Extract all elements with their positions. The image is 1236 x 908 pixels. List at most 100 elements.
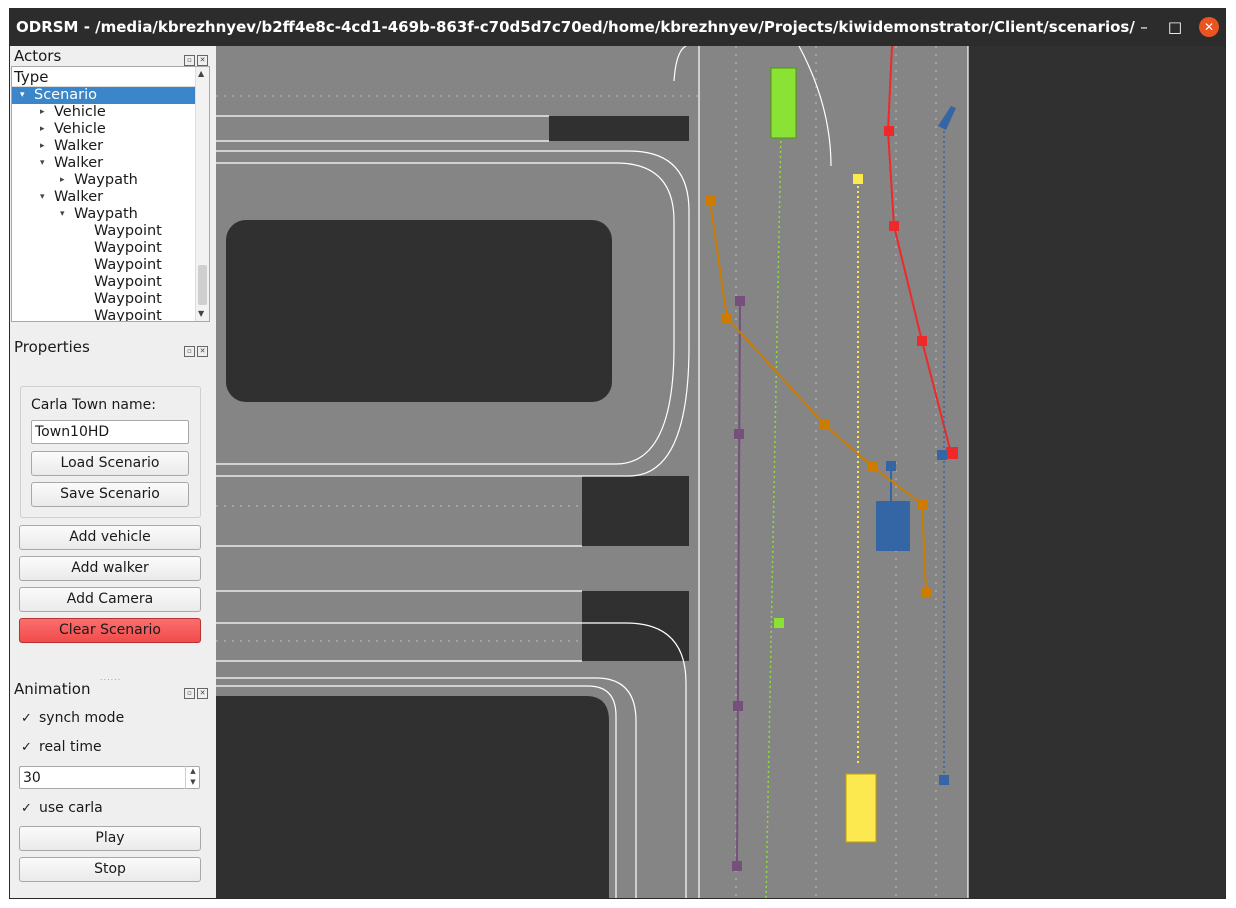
minimize-icon[interactable]: – — [1134, 17, 1154, 37]
scroll-up-icon[interactable]: ▲ — [198, 69, 204, 78]
waypoint-marker[interactable] — [734, 429, 744, 439]
float-icon[interactable]: ▫ — [184, 346, 195, 357]
animation-dock-title: Animation — [14, 680, 91, 698]
blue-vehicle[interactable] — [876, 501, 910, 551]
waypoint-marker[interactable] — [937, 450, 947, 460]
tree-column-header[interactable]: Type — [12, 67, 196, 87]
tree-item[interactable]: Waypoint — [12, 257, 196, 274]
add-walker-button[interactable]: Add walker — [19, 556, 201, 581]
properties-dock-title: Properties — [14, 338, 90, 356]
waypoint-marker[interactable] — [853, 174, 863, 184]
tree-item-label: Vehicle — [54, 121, 106, 137]
tree-item[interactable]: ▸ Vehicle — [12, 121, 196, 138]
tree-item[interactable]: Waypoint — [12, 308, 196, 322]
tree-item-label: Scenario — [34, 87, 98, 103]
expanded-arrow-icon[interactable]: ▾ — [40, 189, 50, 206]
expanded-arrow-icon[interactable]: ▾ — [20, 87, 30, 104]
use-carla-checkbox[interactable]: ✓ use carla — [20, 800, 103, 816]
animation-dock-buttons: ▫ ✕ — [182, 683, 208, 699]
waypoint-marker[interactable] — [732, 861, 742, 871]
walker-marker[interactable] — [735, 296, 745, 306]
dark-block — [582, 476, 689, 546]
tree-item[interactable]: ▸ Vehicle — [12, 104, 196, 121]
real-time-label: real time — [39, 739, 102, 755]
tree-item[interactable]: ▸ Waypath — [12, 172, 196, 189]
real-time-checkbox[interactable]: ✓ real time — [20, 739, 102, 755]
maximize-icon[interactable]: □ — [1165, 17, 1185, 37]
expanded-arrow-icon[interactable]: ▾ — [60, 206, 70, 223]
walker-marker[interactable] — [946, 447, 958, 459]
waypoint-marker[interactable] — [705, 196, 715, 206]
actors-dock-buttons: ▫ ✕ — [182, 50, 208, 66]
clear-scenario-button[interactable]: Clear Scenario — [19, 618, 201, 643]
tree-item[interactable]: Waypoint — [12, 223, 196, 240]
town-name-input[interactable]: Town10HD — [31, 420, 189, 444]
fps-spinbox[interactable]: 30 ▲ ▼ — [19, 766, 200, 789]
tree-item-label: Waypoint — [94, 308, 162, 322]
close-icon[interactable]: ✕ — [1199, 17, 1219, 37]
tree-item[interactable]: Waypoint — [12, 240, 196, 257]
app-window: ODRSM - /media/kbrezhnyev/b2ff4e8c-4cd1-… — [9, 8, 1226, 899]
tree-scrollbar[interactable]: ▲ ▼ — [195, 67, 209, 321]
road-map[interactable] — [216, 45, 1226, 899]
waypoint-marker[interactable] — [917, 336, 927, 346]
tree-item-label: Waypoint — [94, 257, 162, 273]
synch-mode-checkbox[interactable]: ✓ synch mode — [20, 710, 124, 726]
tree-item[interactable]: ▾ Scenario — [12, 87, 196, 104]
load-scenario-button[interactable]: Load Scenario — [31, 451, 189, 476]
tree-item[interactable]: ▾ Walker — [12, 189, 196, 206]
fps-value[interactable]: 30 — [19, 766, 200, 789]
collapsed-arrow-icon[interactable]: ▸ — [40, 138, 50, 155]
waypoint-marker[interactable] — [733, 701, 743, 711]
actors-tree[interactable]: Type ▾ Scenario ▸ Vehicle ▸ Vehicle ▸ Walker ▾ Wa… — [11, 66, 210, 322]
waypoint-marker[interactable] — [722, 313, 732, 323]
close-dock-icon[interactable]: ✕ — [197, 55, 208, 66]
check-icon: ✓ — [21, 711, 32, 726]
collapsed-arrow-icon[interactable]: ▸ — [60, 172, 70, 189]
add-camera-button[interactable]: Add Camera — [19, 587, 201, 612]
tree-item-label: Walker — [54, 189, 104, 205]
walker-marker[interactable] — [922, 587, 932, 597]
tree-item-label: Walker — [54, 138, 104, 154]
waypoint-marker[interactable] — [774, 618, 784, 628]
add-vehicle-button[interactable]: Add vehicle — [19, 525, 201, 550]
scenario-map-view[interactable] — [216, 45, 1226, 899]
dark-block — [226, 220, 612, 402]
spin-arrows-icon[interactable]: ▲ ▼ — [185, 766, 200, 789]
float-icon[interactable]: ▫ — [184, 55, 195, 66]
waypoint-marker[interactable] — [917, 499, 927, 509]
tree-item-label: Waypoint — [94, 291, 162, 307]
dark-block — [216, 696, 609, 898]
close-dock-icon[interactable]: ✕ — [197, 688, 208, 699]
save-scenario-button[interactable]: Save Scenario — [31, 482, 189, 507]
tree-item-label: Waypoint — [94, 240, 162, 256]
collapsed-arrow-icon[interactable]: ▸ — [40, 121, 50, 138]
waypoint-marker[interactable] — [889, 221, 899, 231]
waypoint-marker[interactable] — [939, 775, 949, 785]
close-dock-icon[interactable]: ✕ — [197, 346, 208, 357]
tree-item[interactable]: Waypoint — [12, 291, 196, 308]
tree-item-label: Waypath — [74, 172, 138, 188]
expanded-arrow-icon[interactable]: ▾ — [40, 155, 50, 172]
tree-item[interactable]: ▾ Walker — [12, 155, 196, 172]
tree-item-label: Walker — [54, 155, 104, 171]
tree-item-label: Waypath — [74, 206, 138, 222]
title-bar[interactable]: ODRSM - /media/kbrezhnyev/b2ff4e8c-4cd1-… — [10, 9, 1225, 46]
waypoint-marker[interactable] — [820, 420, 830, 430]
tree-item[interactable]: ▸ Walker — [12, 138, 196, 155]
scroll-down-icon[interactable]: ▼ — [198, 309, 204, 318]
play-button[interactable]: Play — [19, 826, 201, 851]
collapsed-arrow-icon[interactable]: ▸ — [40, 104, 50, 121]
float-icon[interactable]: ▫ — [184, 688, 195, 699]
window-title: ODRSM - /media/kbrezhnyev/b2ff4e8c-4cd1-… — [16, 18, 1136, 36]
stop-button[interactable]: Stop — [19, 857, 201, 882]
splitter-handle[interactable]: ...... — [100, 673, 121, 682]
tree-item[interactable]: ▾ Waypath — [12, 206, 196, 223]
tree-item[interactable]: Waypoint — [12, 274, 196, 291]
use-carla-label: use carla — [39, 800, 103, 816]
waypoint-marker[interactable] — [868, 462, 878, 472]
waypoint-marker[interactable] — [886, 461, 896, 471]
dark-block — [549, 116, 689, 141]
scroll-thumb[interactable] — [198, 265, 207, 305]
waypoint-marker[interactable] — [884, 126, 894, 136]
